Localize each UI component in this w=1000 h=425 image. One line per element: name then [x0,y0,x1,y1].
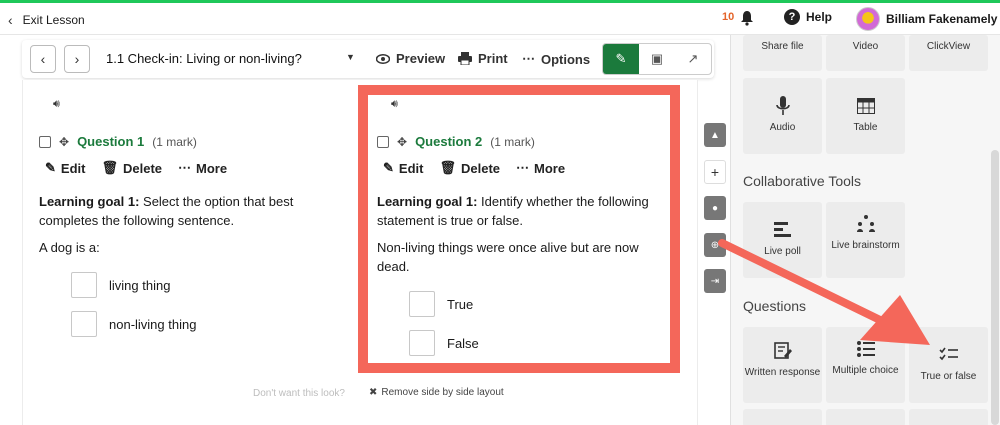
print-label: Print [478,51,508,66]
help-icon: ? [784,9,800,25]
question-1-prompt: A dog is a: [39,240,100,255]
lesson-toolbar: ‹ › 1.1 Check-in: Living or non-living? … [22,40,714,78]
print-button[interactable]: Print [458,51,508,66]
edit-mode-pencil-icon[interactable]: ✎ [603,44,639,74]
next-button[interactable]: › [64,45,90,73]
tile-label: Multiple choice [832,365,899,376]
answer-option[interactable]: non-living thing [71,311,196,337]
written-response-icon [773,341,792,361]
printer-icon [458,52,472,65]
tile-multiple-choice[interactable]: Multiple choice [826,327,905,403]
answer-option[interactable]: living thing [71,272,170,298]
question-1-actions: ✎ Edit 🗑︎ Delete ⋯ More [45,160,227,176]
notification-count: 10 [722,11,735,23]
lesson-title[interactable]: 1.1 Check-in: Living or non-living? [106,51,302,66]
option-label: living thing [109,277,171,293]
tile-video[interactable]: Video [826,35,905,71]
questions-heading: Questions [743,298,807,314]
collapse-icon[interactable]: ⇥ [704,269,726,293]
tile-partial[interactable] [743,409,822,425]
trash-icon: 🗑︎ [101,160,118,175]
caret-down-icon[interactable]: ▼ [346,52,355,62]
chat-icon[interactable]: ● [704,196,726,220]
question-1-checkbox[interactable] [39,135,51,148]
ellipsis-icon: ⋯ [522,51,535,66]
ellipsis-icon: ⋯ [178,160,192,175]
question-1-header: ✥ Question 1 (1 mark) [39,134,197,149]
user-menu[interactable]: Billiam Fakenamely [856,7,997,31]
rail-bell-icon[interactable]: ▲ [704,123,726,147]
tile-written-response[interactable]: Written response [743,327,822,403]
close-icon: ✖ [369,387,378,398]
remove-layout-label: Remove side by side layout [381,387,504,398]
more-label: More [196,160,228,176]
view-mode-toggle: ✎ ▣ ↗ [602,43,712,75]
tile-label: Written response [744,367,821,378]
microphone-icon [775,96,790,116]
delete-label: Delete [122,160,163,176]
highlight-box [358,85,680,373]
tile-label: True or false [920,371,977,382]
tile-live-brainstorm[interactable]: Live brainstorm [826,202,905,278]
checklist-icon [938,345,959,365]
multiple-choice-icon [856,339,875,359]
speaker-icon[interactable]: 🔊︎ [53,98,60,111]
tile-clickview[interactable]: ClickView [909,35,988,71]
preview-button[interactable]: Preview [376,51,445,66]
tile-label: Video [852,41,879,52]
question-1-delete-button[interactable]: 🗑︎ Delete [101,160,162,176]
exit-lesson-label: Exit Lesson [22,13,85,27]
question-1-edit-button[interactable]: ✎ Edit [45,160,85,176]
question-1-more-button[interactable]: ⋯ More [178,160,227,176]
preview-label: Preview [396,51,446,66]
add-icon[interactable]: + [704,160,726,184]
previous-button[interactable]: ‹ [30,45,56,73]
analytics-chart-icon[interactable]: ↗ [675,44,711,74]
panel-scrollbar[interactable] [991,150,999,425]
avatar [856,7,880,31]
chevron-left-icon: ‹ [8,12,13,28]
option-label: non-living thing [109,316,197,332]
tile-audio[interactable]: Audio [743,78,822,154]
tile-label: Table [853,122,878,133]
tile-label: Live brainstorm [831,240,900,251]
option-checkbox[interactable] [71,272,97,298]
tile-live-poll[interactable]: Live poll [743,202,822,278]
move-handle-icon[interactable]: ✥ [59,135,69,149]
collaborative-tools-heading: Collaborative Tools [743,173,862,189]
tile-partial[interactable] [909,409,988,425]
question-1-goal: Learning goal 1: Select the option that … [39,192,324,230]
tile-table[interactable]: Table [826,78,905,154]
slides-mode-icon[interactable]: ▣ [639,44,675,74]
top-bar: ‹ Exit Lesson 10 ? Help Billiam Fakename… [0,3,1000,35]
options-label: Options [541,51,591,67]
question-1-marks: (1 mark) [152,134,197,149]
option-checkbox[interactable] [71,311,97,337]
tile-label: Live poll [764,246,801,257]
edit-label: Edit [60,160,86,176]
help-button[interactable]: ? Help [784,9,832,25]
help-label: Help [806,10,833,24]
tile-share-file[interactable]: Share file [743,35,822,71]
lesson-canvas: 🔊︎ ✥ Question 1 (1 mark) ✎ Edit 🗑︎ Delete … [22,80,698,425]
remove-layout-link[interactable]: ✖ Remove side by side layout [369,387,504,398]
layout-note: Don't want this look? [253,388,345,399]
poll-bars-icon [773,220,792,240]
pencil-icon: ✎ [45,160,56,175]
tile-true-or-false[interactable]: True or false [909,327,988,403]
options-button[interactable]: ⋯ Options [522,51,590,67]
brainstorm-people-icon [856,214,876,234]
tile-label: ClickView [926,41,971,52]
tile-label: Audio [769,122,796,133]
goal-label: Learning goal 1: [39,194,140,209]
bell-icon[interactable] [740,10,754,26]
tile-partial[interactable] [826,409,905,425]
user-name: Billiam Fakenamely [886,12,998,26]
eye-icon [376,53,390,64]
grid-icon[interactable]: ⊕ [704,233,726,257]
question-1-title: Question 1 [77,134,145,149]
tile-label: Share file [761,41,804,52]
exit-lesson-button[interactable]: ‹ Exit Lesson [8,12,85,28]
table-icon [856,96,875,116]
